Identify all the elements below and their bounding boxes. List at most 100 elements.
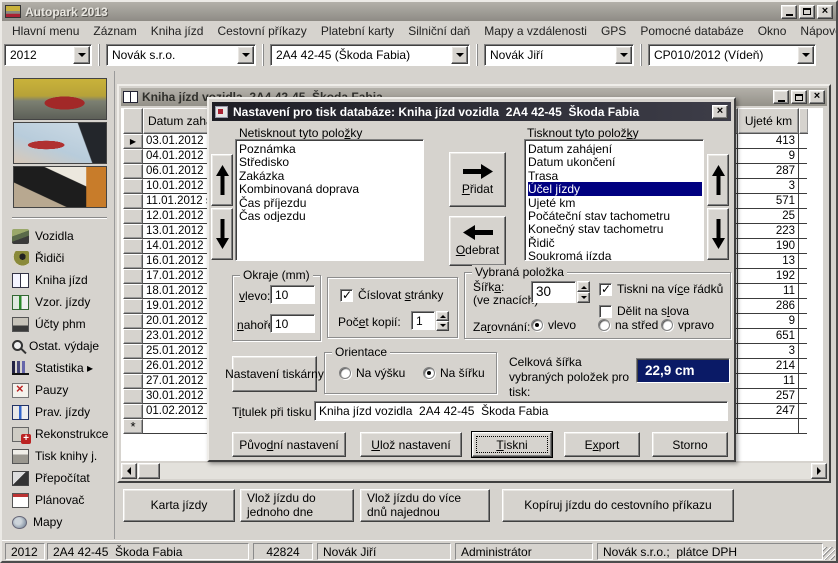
- menu-item-6[interactable]: Mapy a vzdálenosti: [477, 22, 594, 40]
- list-item[interactable]: Trasa: [528, 169, 702, 182]
- dialog-button-3[interactable]: Export: [564, 432, 640, 457]
- right-move-up-button[interactable]: [707, 154, 729, 206]
- menu-item-10[interactable]: Nápověda: [793, 22, 838, 40]
- minimize-button[interactable]: [781, 5, 797, 19]
- cell-km[interactable]: 190: [738, 239, 799, 254]
- cell-km[interactable]: 214: [738, 359, 799, 374]
- list-item[interactable]: Soukromá jízda: [528, 249, 702, 261]
- dropdown-button[interactable]: [73, 46, 90, 64]
- sidebar-item-2[interactable]: Kniha jízd: [5, 269, 114, 291]
- list-item[interactable]: Řidič: [528, 236, 702, 249]
- row-selector[interactable]: [123, 209, 143, 224]
- menu-item-2[interactable]: Kniha jízd: [144, 22, 211, 40]
- cell-km[interactable]: 13: [738, 254, 799, 269]
- menu-item-3[interactable]: Cestovní příkazy: [210, 22, 313, 40]
- dropdown-button[interactable]: [797, 46, 814, 64]
- cell-km[interactable]: 571: [738, 194, 799, 209]
- action-button-3[interactable]: Kopíruj jízdu do cestovního příkazu: [502, 489, 734, 522]
- row-selector[interactable]: [123, 239, 143, 254]
- resize-grip[interactable]: [822, 547, 835, 560]
- cell-km[interactable]: 25: [738, 209, 799, 224]
- number-pages-checkbox[interactable]: Číslovat stránky: [340, 288, 443, 302]
- sidebar-item-3[interactable]: Vzor. jízdy: [5, 291, 114, 313]
- list-item[interactable]: Čas příjezdu: [239, 196, 422, 209]
- child-maximize-button[interactable]: [791, 90, 807, 104]
- dropdown-button[interactable]: [451, 46, 468, 64]
- left-move-down-button[interactable]: [211, 208, 233, 260]
- sidebar-item-11[interactable]: Přepočítat: [5, 467, 114, 489]
- width-input[interactable]: 30: [531, 281, 576, 303]
- menu-item-7[interactable]: GPS: [594, 22, 633, 40]
- dialog-button-1[interactable]: Ulož nastavení: [360, 432, 462, 457]
- new-row-marker[interactable]: *: [123, 419, 143, 434]
- column-header-km[interactable]: Ujeté km: [738, 108, 799, 134]
- multiline-checkbox[interactable]: Tiskni na více řádků: [599, 282, 723, 296]
- remove-item-button[interactable]: Odebrat: [449, 216, 506, 266]
- row-selector[interactable]: [123, 344, 143, 359]
- cell-km[interactable]: 3: [738, 344, 799, 359]
- scroll-left-button[interactable]: [121, 463, 137, 479]
- year-combobox[interactable]: 2012: [4, 44, 92, 66]
- list-item[interactable]: Konečný stav tachometru: [528, 222, 702, 235]
- sidebar-item-1[interactable]: Řidiči: [5, 247, 114, 269]
- print-title-input[interactable]: Kniha jízd vozidla 2A4 42-45 Škoda Fabia: [314, 401, 728, 421]
- dialog-close-button[interactable]: ×: [712, 105, 728, 119]
- cell-km[interactable]: 9: [738, 149, 799, 164]
- list-item[interactable]: Počáteční stav tachometru: [528, 209, 702, 222]
- cell-km[interactable]: 9: [738, 314, 799, 329]
- scroll-right-button[interactable]: [811, 463, 827, 479]
- split-words-checkbox[interactable]: Dělit na slova: [599, 304, 689, 318]
- cell-km[interactable]: 651: [738, 329, 799, 344]
- sidebar-item-6[interactable]: Statistika ▸: [5, 357, 114, 379]
- cell-km[interactable]: 11: [738, 374, 799, 389]
- sidebar-item-4[interactable]: Účty phm: [5, 313, 114, 335]
- align-radio-2[interactable]: vpravo: [661, 318, 714, 332]
- row-selector[interactable]: [123, 374, 143, 389]
- list-item[interactable]: Středisko: [239, 155, 422, 168]
- maximize-button[interactable]: [799, 5, 815, 19]
- sidebar-item-13[interactable]: Mapy: [5, 511, 114, 533]
- margin-top-input[interactable]: 10: [270, 314, 315, 333]
- action-button-2[interactable]: Vlož jízdu do více dnů najednou: [360, 489, 490, 522]
- sidebar-item-5[interactable]: Ostat. výdaje: [5, 335, 114, 357]
- cell-km[interactable]: 192: [738, 269, 799, 284]
- scrollbar-thumb[interactable]: [138, 463, 160, 479]
- action-button-0[interactable]: Karta jízdy: [123, 489, 235, 522]
- cell-km[interactable]: 413: [738, 134, 799, 149]
- list-item[interactable]: Kombinovaná doprava: [239, 182, 422, 195]
- sidebar-item-10[interactable]: Tisk knihy j.: [5, 445, 114, 467]
- list-item[interactable]: Účel jízdy: [528, 182, 702, 195]
- trip-order-combobox[interactable]: CP010/2012 (Vídeň): [648, 44, 816, 66]
- copies-input[interactable]: 1: [411, 311, 435, 330]
- dialog-button-2[interactable]: Tiskni: [472, 432, 552, 457]
- width-spinner[interactable]: [577, 281, 590, 303]
- printer-setup-button[interactable]: Nastavení tiskárny: [232, 356, 317, 392]
- cell-km[interactable]: 223: [738, 224, 799, 239]
- cell-km[interactable]: 257: [738, 389, 799, 404]
- row-selector[interactable]: [123, 149, 143, 164]
- cell-km[interactable]: 287: [738, 164, 799, 179]
- list-item[interactable]: Ujeté km: [528, 196, 702, 209]
- close-button[interactable]: ×: [817, 5, 833, 19]
- menu-item-4[interactable]: Platební karty: [314, 22, 401, 40]
- child-minimize-button[interactable]: [773, 90, 789, 104]
- orientation-radio-1[interactable]: Na šířku: [423, 366, 485, 380]
- menu-item-0[interactable]: Hlavní menu: [5, 22, 86, 40]
- menu-item-9[interactable]: Okno: [751, 22, 794, 40]
- margin-left-input[interactable]: 10: [270, 285, 315, 304]
- sidebar-item-0[interactable]: Vozidla: [5, 225, 114, 247]
- menu-item-8[interactable]: Pomocné databáze: [633, 22, 750, 40]
- cell-km[interactable]: [738, 419, 799, 434]
- sidebar-item-7[interactable]: Pauzy: [5, 379, 114, 401]
- row-selector[interactable]: [123, 179, 143, 194]
- list-item[interactable]: Čas odjezdu: [239, 209, 422, 222]
- align-radio-0[interactable]: vlevo: [531, 318, 576, 332]
- company-combobox[interactable]: Novák s.r.o.: [106, 44, 256, 66]
- dialog-button-0[interactable]: Původní nastavení: [232, 432, 346, 457]
- cell-km[interactable]: 3: [738, 179, 799, 194]
- action-button-1[interactable]: Vlož jízdu do jednoho dne: [240, 489, 354, 522]
- row-selector[interactable]: [123, 404, 143, 419]
- add-item-button[interactable]: Přidat: [449, 152, 506, 207]
- list-item[interactable]: Zakázka: [239, 169, 422, 182]
- row-selector[interactable]: [123, 254, 143, 269]
